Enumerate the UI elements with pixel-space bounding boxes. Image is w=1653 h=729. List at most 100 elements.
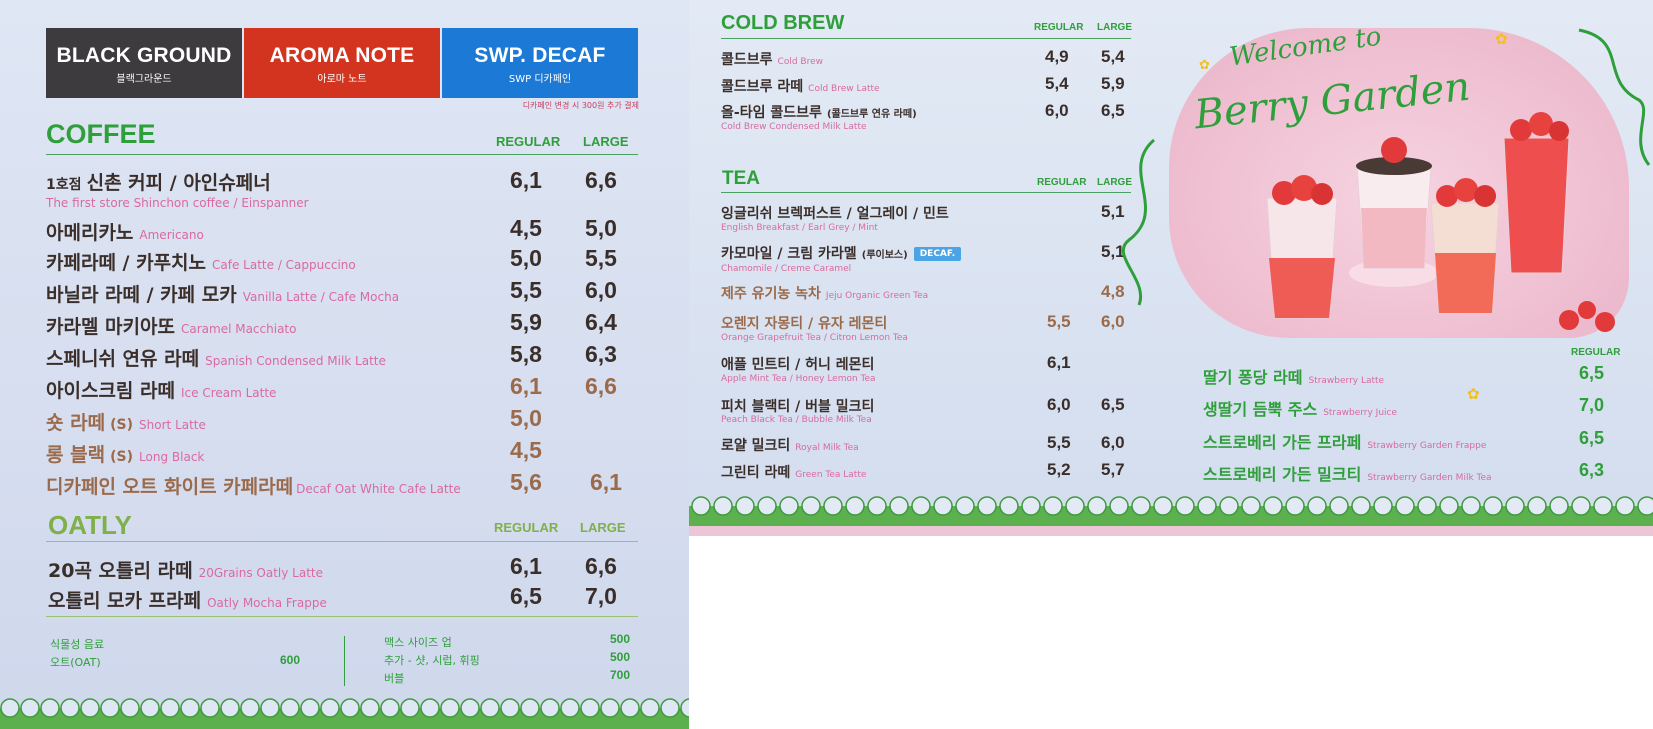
coffee-item-3: 카페라떼 / 카푸치노 Cafe Latte / Cappuccino	[46, 248, 356, 275]
berry-item-4: 스트로베리 가든 밀크티 Strawberry Garden Milk Tea	[1203, 461, 1492, 485]
item-name-en: Chamomile / Creme Caramel	[721, 264, 852, 274]
item-name-kr: 제주 유기농 녹차	[721, 286, 821, 302]
item-name-en: Ice Cream Latte	[180, 386, 277, 400]
tea-col-regular: REGULAR	[1037, 177, 1087, 188]
oatly-col-regular: REGULAR	[494, 520, 559, 535]
berry-item-3: 스트로베리 가든 프라페 Strawberry Garden Frappe	[1203, 429, 1486, 453]
item-name-en: Short Latte	[139, 418, 206, 432]
flower-icon: ✿	[1199, 58, 1210, 73]
ribbon-decoration-right	[1578, 28, 1651, 166]
price-large: 6,4	[585, 309, 617, 335]
oatly-col-large: LARGE	[580, 520, 626, 535]
berry-col-regular: REGULAR	[1571, 347, 1621, 358]
item-name-en: English Breakfast / Earl Grey / Mint	[721, 223, 878, 233]
price-regular: 4,5	[510, 437, 542, 463]
coffee-col-regular: REGULAR	[496, 134, 561, 149]
price-large: 6,0	[1101, 433, 1125, 452]
price-large: 5,9	[1101, 74, 1125, 93]
brand-swp-decaf: SWP. DECAF SWP 디카페인	[442, 28, 638, 98]
decaf-note: 디카페인 변경 시 300원 추가 결제	[522, 101, 639, 110]
tea-item-5: 애플 민트티 / 허니 레몬티	[721, 354, 874, 374]
lace-border-decoration	[0, 698, 689, 729]
price-large: 7,0	[585, 583, 617, 609]
cold-brew-item-1: 콜드브루 Cold Brew	[721, 49, 823, 69]
price-regular: 5,5	[1047, 433, 1071, 452]
price-regular: 5,6	[510, 469, 542, 495]
item-name-en: Cold Brew	[777, 57, 823, 67]
extra-label: 추가 - 샷, 시럽, 휘핑	[384, 654, 480, 667]
item-name-en: Caramel Macchiato	[180, 322, 297, 336]
tea-item-2: 카모마일 / 크림 카라멜 (루이보스) DECAF.	[721, 243, 962, 263]
brand-subtitle: 블랙그라운드	[116, 74, 172, 85]
flower-icon: ✿	[1495, 30, 1508, 48]
item-name-kr: 스트로베리 가든 프라페	[1203, 433, 1362, 452]
item-name-en: Strawberry Juice	[1323, 408, 1398, 418]
bubble-label: 버블	[384, 672, 405, 685]
price-regular: 6,1	[510, 167, 542, 193]
item-name-kr: 올-타임 콜드브루	[721, 105, 822, 121]
plant-milk-label: 식물성 음료	[50, 638, 105, 651]
size-tag: (S)	[110, 449, 134, 465]
oatly-section-title: OATLY	[48, 510, 132, 540]
price-large: 5,5	[585, 245, 617, 271]
item-name-en: 20Grains Oatly Latte	[198, 566, 324, 580]
coffee-item-1: 1호점 신촌 커피 / 아인슈페너	[46, 168, 271, 195]
right-menu-board: COLD BREW REGULAR LARGE 콜드브루 Cold Brew 4,…	[689, 0, 1653, 536]
oatly-divider	[46, 541, 638, 542]
price-large: 5,0	[585, 215, 617, 241]
tea-item-4: 오렌지 자몽티 / 유자 레몬티	[721, 313, 887, 333]
price-regular: 6,0	[1045, 101, 1069, 120]
item-name-en: Americano	[139, 228, 204, 242]
item-note: (콜드브루 연유 라떼)	[826, 109, 917, 120]
max-size-price: 500	[610, 632, 631, 646]
price-regular: 5,9	[510, 309, 542, 335]
cold-brew-col-large: LARGE	[1097, 22, 1132, 33]
oatly-item-1: 20곡 오틀리 라떼 20Grains Oatly Latte	[48, 556, 323, 583]
price-regular: 6,1	[510, 373, 542, 399]
oat-price: 600	[280, 653, 301, 667]
ribbon-decoration-left	[1121, 138, 1155, 306]
price-regular: 7,0	[1579, 395, 1605, 415]
brand-title: AROMA NOTE	[269, 44, 415, 67]
tea-item-7: 로얄 밀크티 Royal Milk Tea	[721, 435, 859, 455]
price-large: 6,6	[585, 167, 617, 193]
price-regular: 6,5	[1579, 363, 1605, 383]
coffee-item-4: 바닐라 라떼 / 카페 모카 Vanilla Latte / Cafe Mocha	[46, 280, 399, 307]
price-regular: 5,0	[510, 245, 542, 271]
brand-title: SWP. DECAF	[474, 44, 606, 67]
tea-item-6: 피치 블랙티 / 버블 밀크티	[721, 396, 874, 416]
oatly-item-2: 오틀리 모카 프라페 Oatly Mocha Frappe	[48, 586, 327, 613]
item-name-en: Cafe Latte / Cappuccino	[212, 258, 356, 272]
item-name-kr: 신촌 커피 / 아인슈페너	[86, 172, 271, 194]
coffee-item-6: 스페니쉬 연유 라떼 Spanish Condensed Milk Latte	[46, 344, 386, 371]
price-large: 5,4	[1101, 47, 1125, 66]
price-regular: 6,3	[1579, 460, 1605, 480]
coffee-item-5: 카라멜 마키아또 Caramel Macchiato	[46, 312, 296, 339]
size-tag: (S)	[110, 417, 134, 433]
first-store-prefix: 1호점	[46, 177, 82, 193]
item-name-en: Strawberry Garden Frappe	[1367, 441, 1487, 451]
footer-divider	[46, 616, 638, 617]
cold-brew-divider	[721, 38, 1131, 39]
oat-label: 오트(OAT)	[50, 656, 101, 669]
item-name-kr: 콜드브루	[721, 52, 773, 68]
item-name-en: Orange Grapefruit Tea / Citron Lemon Tea	[721, 333, 908, 343]
price-regular: 6,1	[510, 553, 542, 579]
cold-brew-item-3: 올-타임 콜드브루 (콜드브루 연유 라떼)	[721, 102, 917, 122]
coffee-divider	[46, 154, 638, 155]
strawberry-latte-cup	[1266, 175, 1338, 319]
item-name-kr: 아이스크림 라떼	[46, 380, 175, 402]
max-size-label: 맥스 사이즈 업	[384, 636, 452, 649]
lace-border-decoration	[689, 496, 1653, 536]
item-note: (루이보스)	[861, 250, 908, 261]
item-name-kr: 카페라떼 / 카푸치노	[46, 252, 207, 274]
coffee-item-9: 롱 블랙 (S) Long Black	[46, 440, 204, 467]
bubble-price: 700	[610, 668, 631, 682]
tea-divider	[721, 192, 1131, 193]
item-name-en: Vanilla Latte / Cafe Mocha	[242, 290, 400, 304]
cold-brew-item-2: 콜드브루 라떼 Cold Brew Latte	[721, 76, 880, 96]
item-name-en: Cold Brew Latte	[808, 84, 880, 94]
tea-item-3: 제주 유기농 녹차 Jeju Organic Green Tea	[721, 283, 928, 303]
price-regular: 6,1	[1047, 353, 1071, 372]
brand-title: BLACK GROUND	[56, 44, 232, 67]
